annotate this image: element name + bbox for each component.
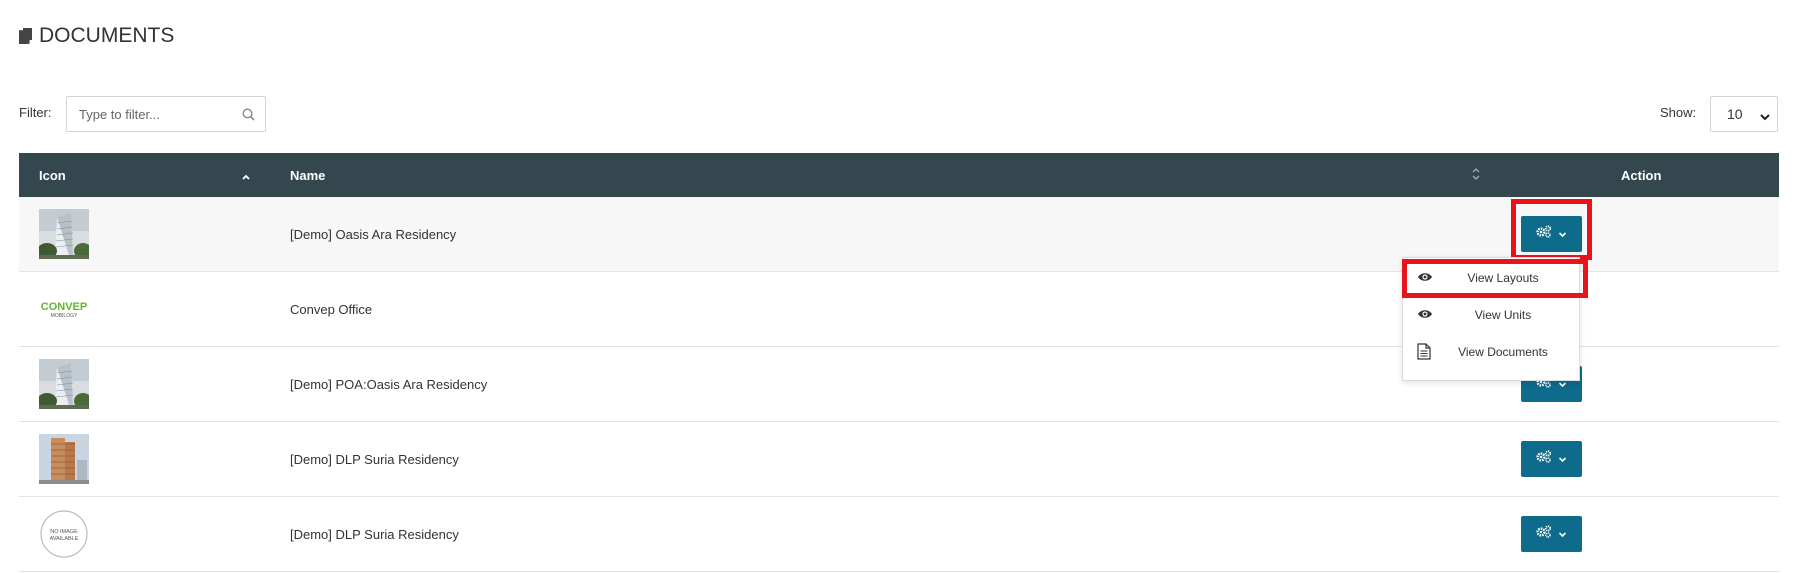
column-header-icon[interactable]: Icon (39, 168, 66, 183)
column-header-name[interactable]: Name (290, 168, 325, 183)
building-thumbnail (37, 209, 92, 259)
row-name: [Demo] DLP Suria Residency (290, 452, 459, 467)
sort-ascending-icon[interactable] (241, 169, 251, 184)
action-menu-button[interactable] (1521, 441, 1582, 477)
logo-text-sub: MOBILOGY (51, 313, 78, 319)
show-label: Show: (1660, 105, 1697, 120)
search-icon[interactable] (242, 108, 255, 126)
sort-both-icon[interactable] (1471, 166, 1481, 185)
gears-icon (1536, 450, 1552, 468)
document-icon (1417, 343, 1431, 363)
documents-icon (19, 28, 33, 44)
eye-icon (1417, 271, 1433, 286)
page-title-text: DOCUMENTS (39, 24, 175, 47)
column-header-action: Action (1621, 168, 1662, 183)
action-menu-button[interactable] (1521, 516, 1582, 552)
chevron-down-icon (1558, 450, 1567, 468)
row-name: Convep Office (290, 302, 373, 317)
filter-input[interactable] (67, 97, 265, 131)
chevron-down-icon (1558, 525, 1567, 543)
placeholder-text-line-2: AVAILABLE (50, 536, 79, 542)
convep-logo: CONVEP MOBILOGY (39, 284, 89, 334)
building-thumbnail (37, 359, 92, 409)
row-name: [Demo] POA:Oasis Ara Residency (290, 377, 488, 392)
table-header: Icon Name Action (19, 153, 1779, 197)
page-size-select[interactable]: 10 (1710, 96, 1778, 132)
menu-item-view-documents[interactable]: View Documents (1403, 334, 1579, 370)
action-dropdown-menu: View Layouts View Units View Documents (1402, 257, 1580, 381)
table-row: [Demo] DLP Suria Residency (19, 422, 1779, 497)
row-name: [Demo] Oasis Ara Residency (290, 227, 457, 242)
placeholder-text-line-1: NO IMAGE (50, 529, 78, 535)
eye-icon (1417, 308, 1433, 323)
logo-text-main: CONVEP (41, 301, 87, 313)
menu-item-view-units[interactable]: View Units (1403, 297, 1579, 333)
table-row: NO IMAGE AVAILABLE [Demo] DLP Suria Resi… (19, 497, 1779, 572)
page-title: DOCUMENTS (19, 24, 174, 48)
filter-field[interactable] (66, 96, 266, 132)
gears-icon (1536, 225, 1552, 243)
page-size-value: 10 (1727, 106, 1743, 122)
row-name: [Demo] DLP Suria Residency (290, 527, 459, 542)
menu-item-view-layouts[interactable]: View Layouts (1403, 260, 1579, 296)
tower-thumbnail (39, 434, 89, 484)
action-menu-button[interactable] (1521, 216, 1582, 252)
no-image-placeholder: NO IMAGE AVAILABLE (39, 509, 89, 559)
chevron-down-icon (1759, 109, 1771, 125)
filter-label: Filter: (19, 105, 52, 120)
chevron-down-icon (1558, 225, 1567, 243)
gears-icon (1536, 525, 1552, 543)
